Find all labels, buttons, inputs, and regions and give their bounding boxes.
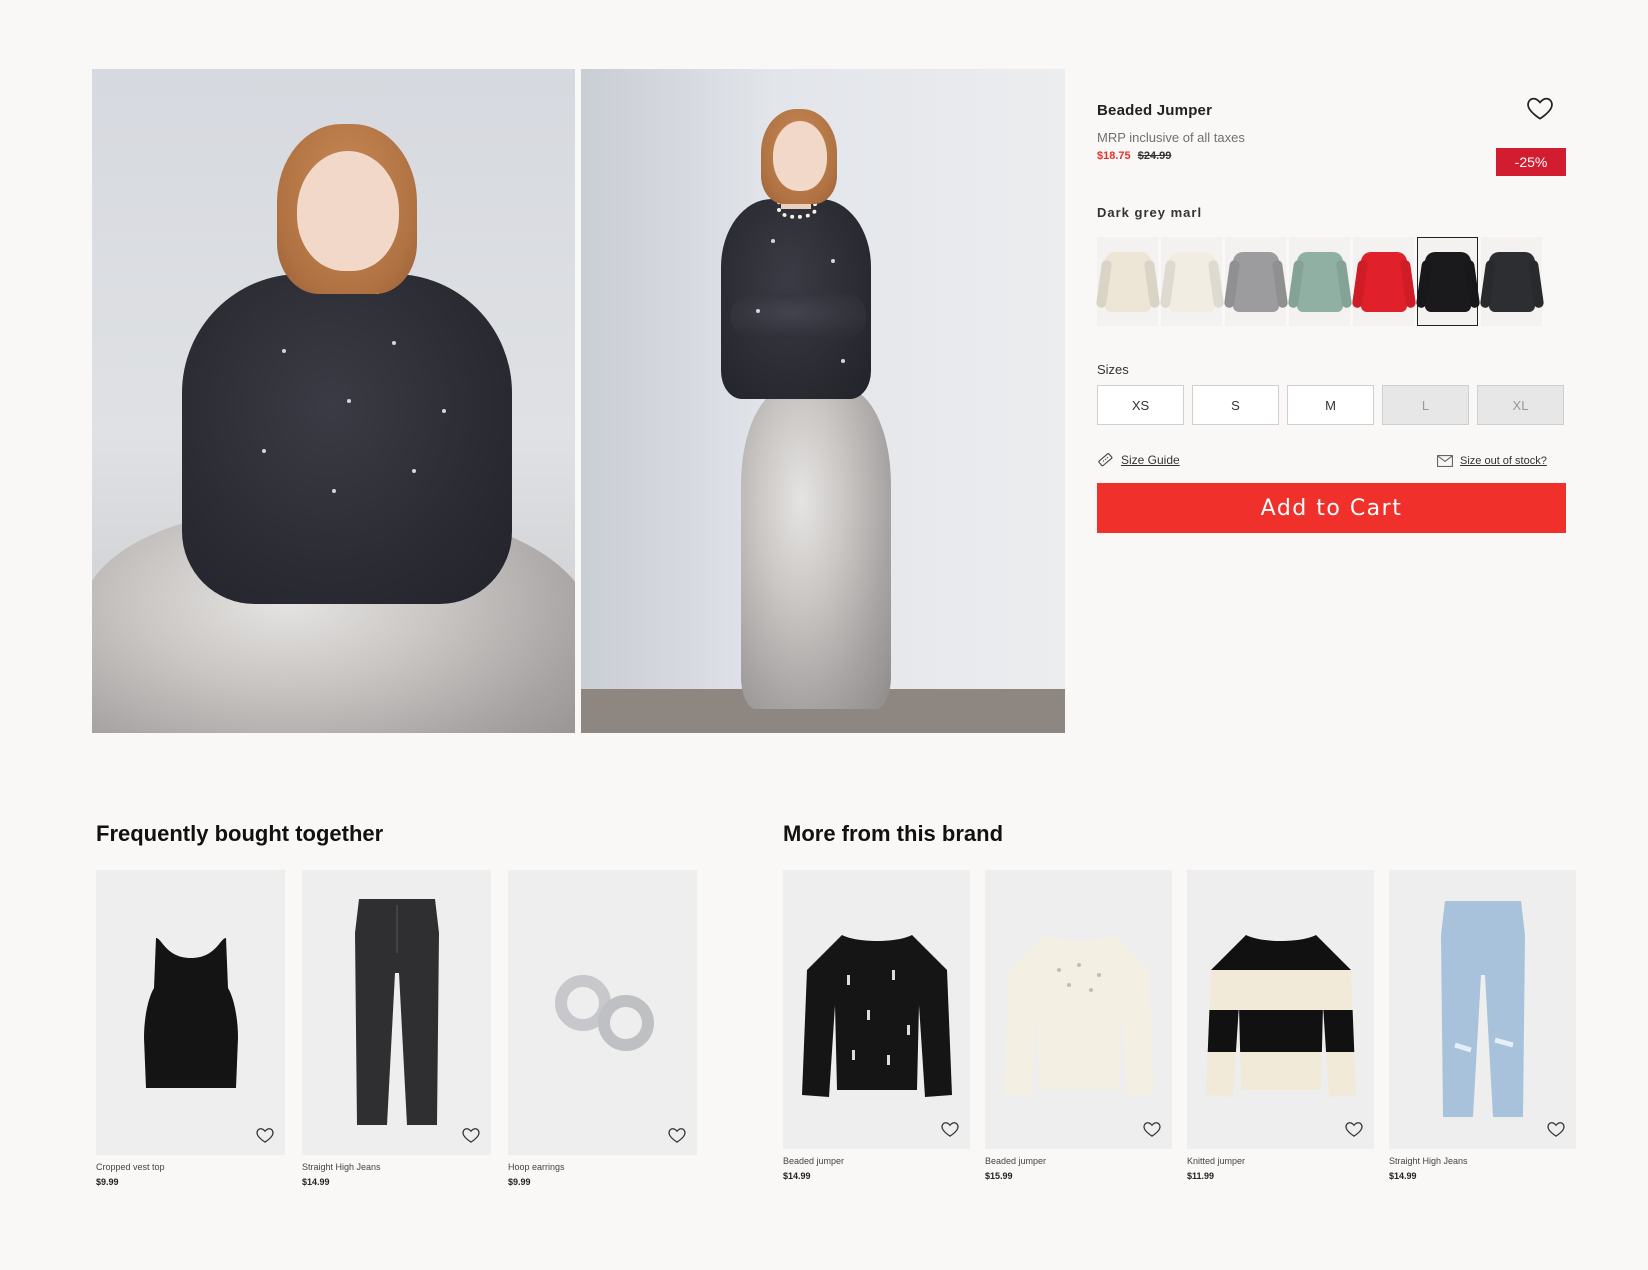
product-name: Beaded jumper (783, 1156, 845, 1166)
add-to-cart-button[interactable]: Add to Cart (1097, 483, 1566, 533)
wishlist-heart-icon[interactable] (255, 1125, 275, 1145)
swatch-thumbnail (1488, 251, 1535, 312)
size-guide-label: Size Guide (1121, 453, 1180, 467)
product-card[interactable]: Straight High Jeans $14.99 (302, 870, 491, 1187)
color-swatches (1097, 237, 1542, 326)
product-image[interactable] (302, 870, 491, 1155)
product-price: $14.99 (783, 1171, 811, 1181)
product-price: $11.99 (1187, 1171, 1215, 1181)
swatch-thumbnail (1296, 251, 1343, 312)
wishlist-heart-icon[interactable] (1344, 1119, 1364, 1139)
product-card[interactable]: Straight High Jeans $14.99 (1389, 870, 1576, 1181)
selected-color-name: Dark grey marl (1097, 205, 1203, 220)
mrp-note: MRP inclusive of all taxes (1097, 130, 1245, 145)
swatch-thumbnail (1424, 251, 1471, 312)
swatch-thumbnail (1360, 251, 1407, 312)
sizes-label: Sizes (1097, 362, 1129, 377)
product-name: Cropped vest top (96, 1162, 165, 1172)
product-image[interactable] (985, 870, 1172, 1149)
product-price: $9.99 (508, 1177, 531, 1187)
swatch-thumbnail (1232, 251, 1279, 312)
product-name: Straight High Jeans (302, 1162, 381, 1172)
size-selector: XS S M L XL (1097, 385, 1564, 425)
product-title: Beaded Jumper (1097, 102, 1213, 119)
wishlist-heart-icon[interactable] (940, 1119, 960, 1139)
product-card[interactable]: Knitted jumper $11.99 (1187, 870, 1374, 1181)
price-row: $18.75 $24.99 (1097, 150, 1171, 162)
size-option-s[interactable]: S (1192, 385, 1279, 425)
color-swatch[interactable] (1481, 237, 1542, 326)
product-image[interactable] (96, 870, 285, 1155)
size-option-m[interactable]: M (1287, 385, 1374, 425)
product-image[interactable] (1389, 870, 1576, 1149)
product-name: Hoop earrings (508, 1162, 565, 1172)
size-option-l[interactable]: L (1382, 385, 1469, 425)
product-price: $15.99 (985, 1171, 1013, 1181)
size-guide-link[interactable]: Size Guide (1097, 452, 1180, 468)
product-price: $9.99 (96, 1177, 119, 1187)
size-out-of-stock-link[interactable]: Size out of stock? (1437, 455, 1547, 467)
wishlist-heart-icon[interactable] (667, 1125, 687, 1145)
size-option-xs[interactable]: XS (1097, 385, 1184, 425)
product-card[interactable]: Beaded jumper $15.99 (985, 870, 1172, 1181)
product-photo-2[interactable] (581, 69, 1065, 733)
size-out-of-stock-label: Size out of stock? (1460, 455, 1547, 467)
color-swatch[interactable] (1289, 237, 1350, 326)
frequently-bought-title: Frequently bought together (96, 821, 384, 846)
swatch-thumbnail (1168, 251, 1215, 312)
discount-badge: -25% (1496, 148, 1566, 176)
wishlist-heart-icon[interactable] (1546, 1119, 1566, 1139)
wishlist-heart-icon[interactable] (1525, 93, 1555, 123)
product-name: Straight High Jeans (1389, 1156, 1468, 1166)
product-card[interactable]: Beaded jumper $14.99 (783, 870, 970, 1181)
product-image[interactable] (1187, 870, 1374, 1149)
original-price: $24.99 (1137, 150, 1172, 162)
wishlist-heart-icon[interactable] (1142, 1119, 1162, 1139)
swatch-thumbnail (1104, 251, 1151, 312)
product-card[interactable]: Hoop earrings $9.99 (508, 870, 697, 1187)
more-from-brand-title: More from this brand (783, 821, 1004, 846)
ruler-icon (1098, 453, 1113, 467)
color-swatch[interactable] (1161, 237, 1222, 326)
size-option-xl[interactable]: XL (1477, 385, 1564, 425)
product-price: $14.99 (1389, 1171, 1417, 1181)
color-swatch[interactable] (1417, 237, 1478, 326)
product-image[interactable] (508, 870, 697, 1155)
product-name: Beaded jumper (985, 1156, 1047, 1166)
product-card[interactable]: Cropped vest top $9.99 (96, 870, 285, 1187)
product-photo-1[interactable] (92, 69, 575, 733)
wishlist-heart-icon[interactable] (461, 1125, 481, 1145)
mail-icon (1437, 455, 1453, 467)
product-price: $14.99 (302, 1177, 330, 1187)
sale-price: $18.75 (1097, 150, 1131, 162)
color-swatch[interactable] (1097, 237, 1158, 326)
product-name: Knitted jumper (1187, 1156, 1246, 1166)
color-swatch[interactable] (1225, 237, 1286, 326)
color-swatch[interactable] (1353, 237, 1414, 326)
product-image[interactable] (783, 870, 970, 1149)
